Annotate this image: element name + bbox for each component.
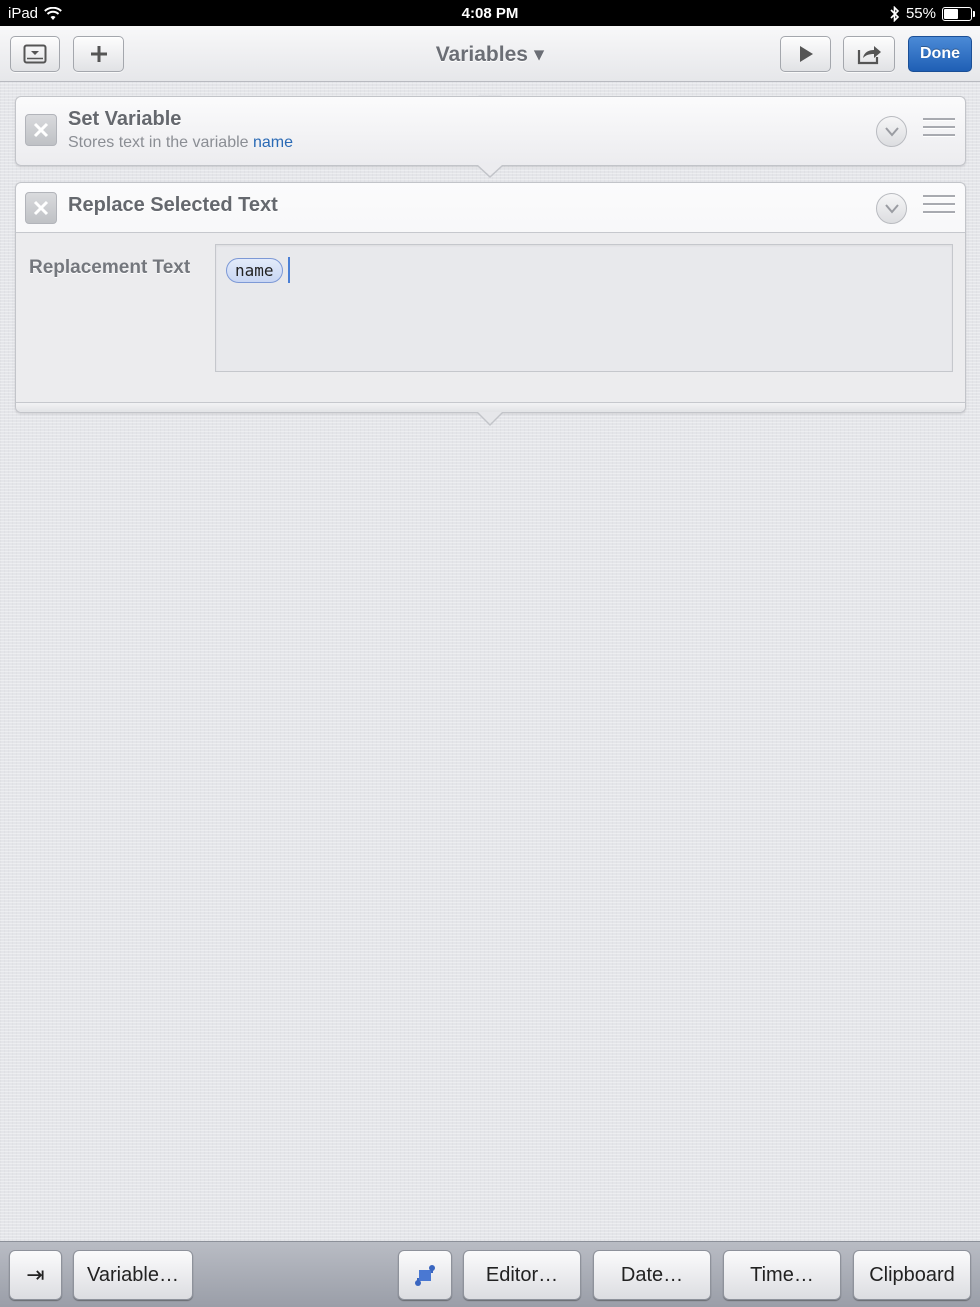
action-header: Replace Selected Text: [16, 183, 965, 233]
variable-button[interactable]: Variable…: [73, 1250, 193, 1300]
clipboard-button[interactable]: Clipboard: [853, 1250, 971, 1300]
action-title: Replace Selected Text: [68, 194, 278, 216]
replacement-text-field[interactable]: name: [215, 244, 953, 372]
close-icon: [33, 122, 49, 138]
delete-action-button[interactable]: [25, 114, 57, 146]
battery-fill: [944, 8, 958, 19]
chevron-down-icon: [884, 203, 899, 214]
replacement-text-label: Replacement Text: [29, 257, 191, 278]
action-footer: [16, 402, 965, 412]
status-bar: iPad 4:08 PM 55%: [0, 0, 980, 26]
action-card-set-variable[interactable]: Set Variable Stores text in the variable…: [15, 96, 966, 166]
flow-connector-2-inner: [478, 165, 502, 176]
collapse-button[interactable]: [876, 193, 907, 224]
selection-button[interactable]: [398, 1250, 452, 1300]
reorder-handle[interactable]: [923, 195, 955, 219]
close-icon: [33, 200, 49, 216]
selection-handles-icon: [415, 1265, 435, 1286]
share-icon: [857, 46, 881, 65]
editor-button[interactable]: Editor…: [463, 1250, 581, 1300]
flow-connector-3-inner: [478, 412, 502, 424]
delete-action-button[interactable]: [25, 192, 57, 224]
play-icon: [799, 46, 813, 62]
expand-button[interactable]: [876, 116, 907, 147]
text-caret: [288, 257, 290, 283]
chevron-down-icon: [884, 126, 899, 137]
bluetooth-icon: [890, 5, 900, 22]
variable-name-link[interactable]: name: [253, 134, 293, 151]
clock: 4:08 PM: [461, 5, 519, 22]
navigation-bar: Variables ▾ Done: [0, 26, 980, 82]
keyboard-accessory-bar: ⇥ Variable… Editor… Date… Time… Clipboar…: [0, 1241, 980, 1307]
variable-token[interactable]: name: [226, 258, 283, 283]
action-card-replace-selected-text[interactable]: Replace Selected Text Replacement Text n…: [15, 182, 966, 413]
action-subtitle: Stores text in the variable name: [68, 134, 293, 152]
date-button[interactable]: Date…: [593, 1250, 711, 1300]
done-button[interactable]: Done: [908, 36, 972, 72]
battery-percent: 55%: [905, 5, 936, 22]
tab-key-button[interactable]: ⇥: [9, 1250, 62, 1300]
battery-icon: [942, 6, 975, 21]
run-button[interactable]: [780, 36, 831, 72]
action-title: Set Variable: [68, 108, 182, 130]
share-button[interactable]: [843, 36, 895, 72]
reorder-handle[interactable]: [923, 118, 955, 142]
subtitle-text: Stores text in the variable: [68, 134, 249, 151]
time-button[interactable]: Time…: [723, 1250, 841, 1300]
workflow-title[interactable]: Variables ▾: [0, 42, 980, 67]
